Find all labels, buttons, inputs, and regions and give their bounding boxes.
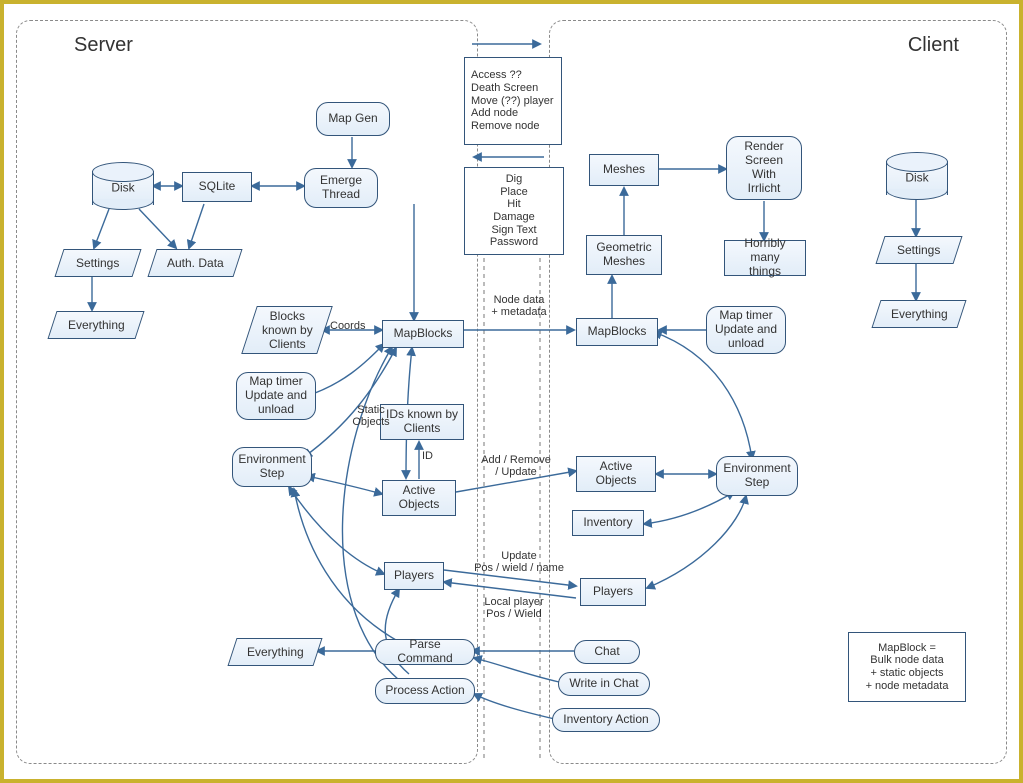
client-write-chat: Write in Chat (558, 672, 650, 696)
client-horribly: Horribly many things (724, 240, 806, 276)
client-map-timer: Map timer Update and unload (706, 306, 786, 354)
server-players: Players (384, 562, 444, 590)
server-auth: Auth. Data (147, 249, 242, 277)
client-env-step: Environment Step (716, 456, 798, 496)
server-sqlite: SQLite (182, 172, 252, 202)
client-settings: Settings (875, 236, 962, 264)
server-active-objects: Active Objects (382, 480, 456, 516)
server-parse-command: Parse Command (375, 639, 475, 665)
server-mapgen: Map Gen (316, 102, 390, 136)
client-disk: Disk (886, 152, 948, 200)
server-mapblocks: MapBlocks (382, 320, 464, 348)
server-blocks-known: Blocks known by Clients (241, 306, 333, 354)
server-everything-2: Everything (227, 638, 322, 666)
client-title: Client (908, 34, 959, 57)
server-disk: Disk (92, 162, 154, 210)
msg-client-to-server: Dig Place Hit Damage Sign Text Password (464, 167, 564, 255)
server-ids-known: IDs known by Clients (380, 404, 464, 440)
client-meshes: Meshes (589, 154, 659, 186)
client-active-objects: Active Objects (576, 456, 656, 492)
client-everything: Everything (871, 300, 966, 328)
diagram-canvas: Server Client (0, 0, 1023, 783)
client-players: Players (580, 578, 646, 606)
client-mapblocks: MapBlocks (576, 318, 658, 346)
client-geometric-meshes: Geometric Meshes (586, 235, 662, 275)
client-render: Render Screen With Irrlicht (726, 136, 802, 200)
server-settings: Settings (54, 249, 141, 277)
client-chat: Chat (574, 640, 640, 664)
server-map-timer: Map timer Update and unload (236, 372, 316, 420)
server-env-step: Environment Step (232, 447, 312, 487)
server-everything-1: Everything (47, 311, 144, 339)
legend-box: MapBlock = Bulk node data + static objec… (848, 632, 966, 702)
msg-server-to-client: Access ?? Death Screen Move (??) player … (464, 57, 562, 145)
client-inventory: Inventory (572, 510, 644, 536)
server-emerge: Emerge Thread (304, 168, 378, 208)
server-title: Server (74, 34, 133, 57)
server-process-action: Process Action (375, 678, 475, 704)
client-inventory-action: Inventory Action (552, 708, 660, 732)
